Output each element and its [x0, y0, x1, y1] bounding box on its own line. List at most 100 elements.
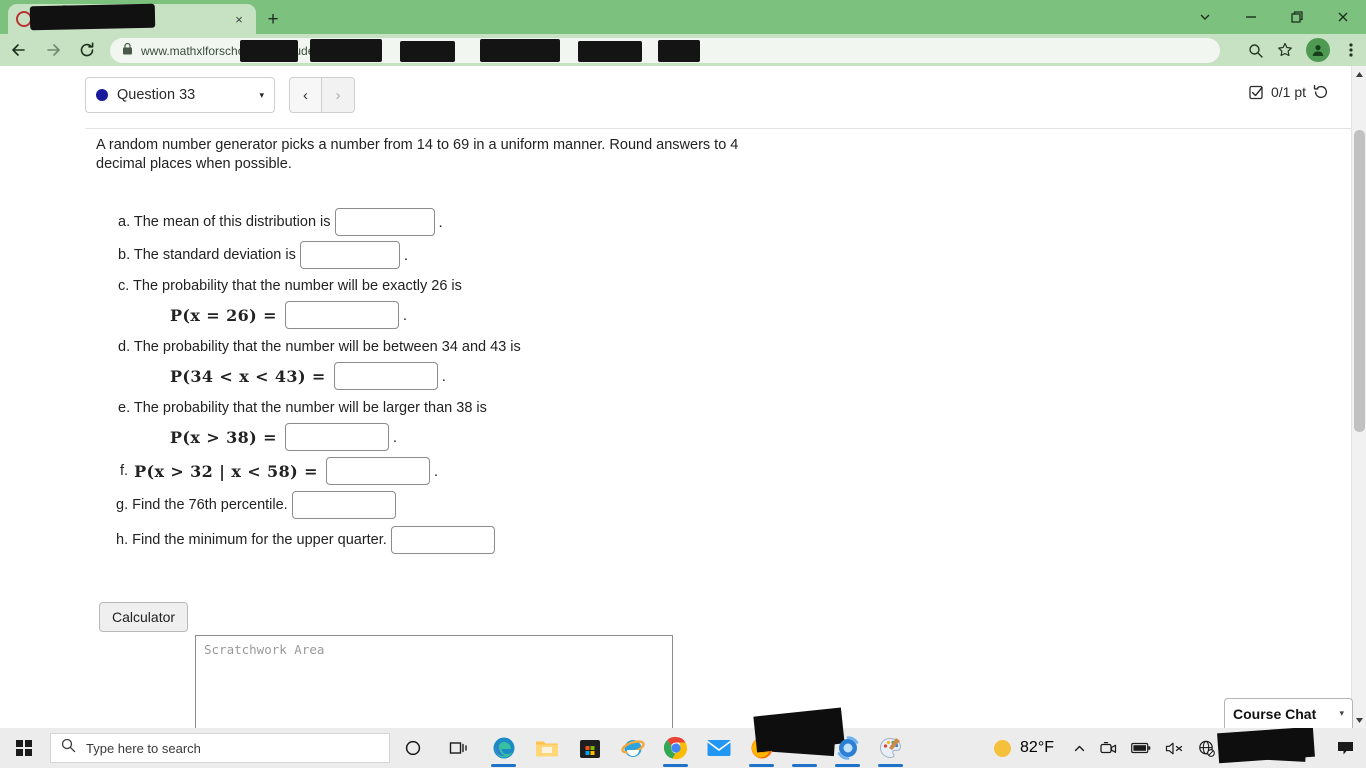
question-header: Question 33 ▾ ‹ › 0/1 pt: [85, 77, 1351, 129]
redaction-overlay: [658, 40, 700, 62]
part-b-period: .: [403, 246, 409, 264]
part-d-label: d. The probability that the number will …: [118, 339, 521, 355]
tab-search-icon[interactable]: [1182, 0, 1228, 34]
battery-icon[interactable]: [1124, 728, 1158, 768]
course-chat-panel[interactable]: Course Chat ▾: [1224, 698, 1353, 728]
scrollbar-thumb[interactable]: [1354, 130, 1365, 432]
question-part-a: a. The mean of this distribution is .: [96, 208, 1246, 236]
camera-icon[interactable]: [1093, 728, 1124, 768]
question-part-d: d. The probability that the number will …: [96, 335, 1246, 359]
redaction-overlay: [62, 5, 154, 26]
toolbar-actions: [1240, 34, 1366, 66]
question-nav-group: ‹ ›: [289, 77, 355, 113]
zoom-search-icon[interactable]: [1240, 35, 1270, 65]
address-bar[interactable]: www.mathxlforschool.com/Student/Player..…: [110, 38, 1220, 63]
part-g-label: g. Find the 76th percentile.: [116, 497, 288, 513]
taskbar-search-placeholder: Type here to search: [86, 740, 201, 756]
taskbar-app-microsoft-store[interactable]: [568, 728, 611, 768]
question-part-b: b. The standard deviation is .: [96, 241, 1246, 269]
answer-input-h[interactable]: [390, 526, 495, 554]
part-b-label: b. The standard deviation is: [118, 247, 296, 263]
minimize-button-icon[interactable]: [1228, 0, 1274, 34]
start-button[interactable]: [0, 728, 48, 768]
cortana-button[interactable]: [390, 728, 436, 768]
answer-input-d[interactable]: [333, 362, 438, 390]
question-part-c: c. The probability that the number will …: [96, 274, 1246, 298]
question-selector[interactable]: Question 33 ▾: [85, 77, 275, 113]
taskbar-app-file-explorer[interactable]: [525, 728, 568, 768]
browser-toolbar: www.mathxlforschool.com/Student/Player..…: [0, 34, 1366, 66]
part-f-math: P(x > 32 | x < 58) =: [134, 461, 318, 481]
answer-input-e[interactable]: [284, 423, 389, 451]
page-scrollbar[interactable]: [1351, 66, 1366, 728]
notifications-icon[interactable]: [1330, 728, 1366, 768]
question-part-d-equation: P(34 < x < 43) = .: [96, 362, 1246, 390]
tab-close-icon[interactable]: ×: [230, 10, 248, 28]
taskbar-search-input[interactable]: Type here to search: [50, 733, 390, 763]
answer-input-g[interactable]: [291, 491, 396, 519]
volume-muted-icon[interactable]: [1158, 728, 1191, 768]
new-tab-button[interactable]: +: [260, 7, 286, 33]
answer-input-c[interactable]: [284, 301, 399, 329]
points-indicator: 0/1 pt: [1249, 84, 1329, 100]
redaction-overlay: [578, 41, 642, 62]
redaction-overlay: [1235, 732, 1307, 762]
redaction-overlay: [240, 40, 298, 62]
maximize-restore-button-icon[interactable]: [1274, 0, 1320, 34]
tray-redacted-region: [1217, 726, 1330, 768]
part-e-math: P(x > 38) =: [170, 427, 277, 447]
tab-strip: × +: [0, 0, 1366, 34]
back-button-icon[interactable]: [4, 36, 34, 64]
reload-button-icon[interactable]: [72, 36, 102, 64]
part-f-period: .: [433, 462, 439, 480]
bookmark-star-icon[interactable]: [1270, 35, 1300, 65]
weather-widget[interactable]: 82°F: [984, 739, 1066, 757]
sun-icon: [994, 739, 1012, 757]
chrome-menu-icon[interactable]: [1336, 35, 1366, 65]
scroll-down-arrow-icon[interactable]: [1352, 712, 1366, 728]
part-h-label: h. Find the minimum for the upper quarte…: [116, 532, 387, 548]
profile-avatar-icon[interactable]: [1306, 38, 1330, 62]
question-body: A random number generator picks a number…: [96, 136, 1246, 559]
question-part-g: g. Find the 76th percentile.: [96, 491, 1246, 519]
taskbar-app-internet-explorer[interactable]: [611, 728, 654, 768]
tray-overflow-button[interactable]: [1066, 728, 1093, 768]
next-question-button[interactable]: ›: [322, 77, 355, 113]
taskbar-app-chrome[interactable]: [654, 728, 697, 768]
browser-tab[interactable]: ×: [8, 3, 256, 34]
course-chat-label: Course Chat: [1233, 705, 1317, 722]
calculator-button[interactable]: Calculator: [99, 602, 189, 632]
redaction-overlay: [310, 39, 382, 62]
answer-input-b[interactable]: [299, 241, 400, 269]
system-tray: 82°F: [984, 726, 1366, 768]
scroll-up-arrow-icon[interactable]: [1352, 66, 1366, 82]
question-part-h: h. Find the minimum for the upper quarte…: [96, 526, 1246, 554]
answer-input-f[interactable]: [325, 457, 430, 485]
scratchwork-textarea[interactable]: Scratchwork Area: [195, 635, 673, 728]
close-window-button-icon[interactable]: [1320, 0, 1366, 34]
windows-logo-icon: [16, 740, 32, 756]
taskbar-app-redacted[interactable]: [753, 707, 845, 768]
taskbar-app-mail[interactable]: [697, 728, 740, 768]
chevron-down-icon[interactable]: ▾: [1339, 708, 1344, 719]
task-view-button[interactable]: [436, 728, 482, 768]
part-e-period: .: [392, 428, 398, 446]
previous-question-button[interactable]: ‹: [289, 77, 322, 113]
part-a-label: a. The mean of this distribution is: [118, 214, 331, 230]
question-parts: a. The mean of this distribution is . b.…: [96, 208, 1246, 554]
taskbar-app-sync[interactable]: [826, 728, 869, 768]
taskbar-app-paint[interactable]: [869, 728, 912, 768]
part-c-label: c. The probability that the number will …: [118, 278, 462, 294]
page-content: Question 33 ▾ ‹ › 0/1 pt A random number…: [0, 66, 1351, 728]
taskbar-app-edge[interactable]: [482, 728, 525, 768]
part-c-period: .: [402, 306, 408, 324]
part-d-period: .: [441, 367, 446, 385]
forward-button-icon[interactable]: [38, 36, 68, 64]
scratchwork-placeholder: Scratchwork Area: [204, 642, 325, 657]
window-controls: [1181, 0, 1366, 34]
search-icon: [61, 738, 76, 758]
answer-input-a[interactable]: [334, 208, 435, 236]
reset-undo-icon[interactable]: [1313, 84, 1329, 100]
points-text: 0/1 pt: [1270, 84, 1306, 100]
windows-taskbar: Type here to search 82°F: [0, 707, 1366, 768]
